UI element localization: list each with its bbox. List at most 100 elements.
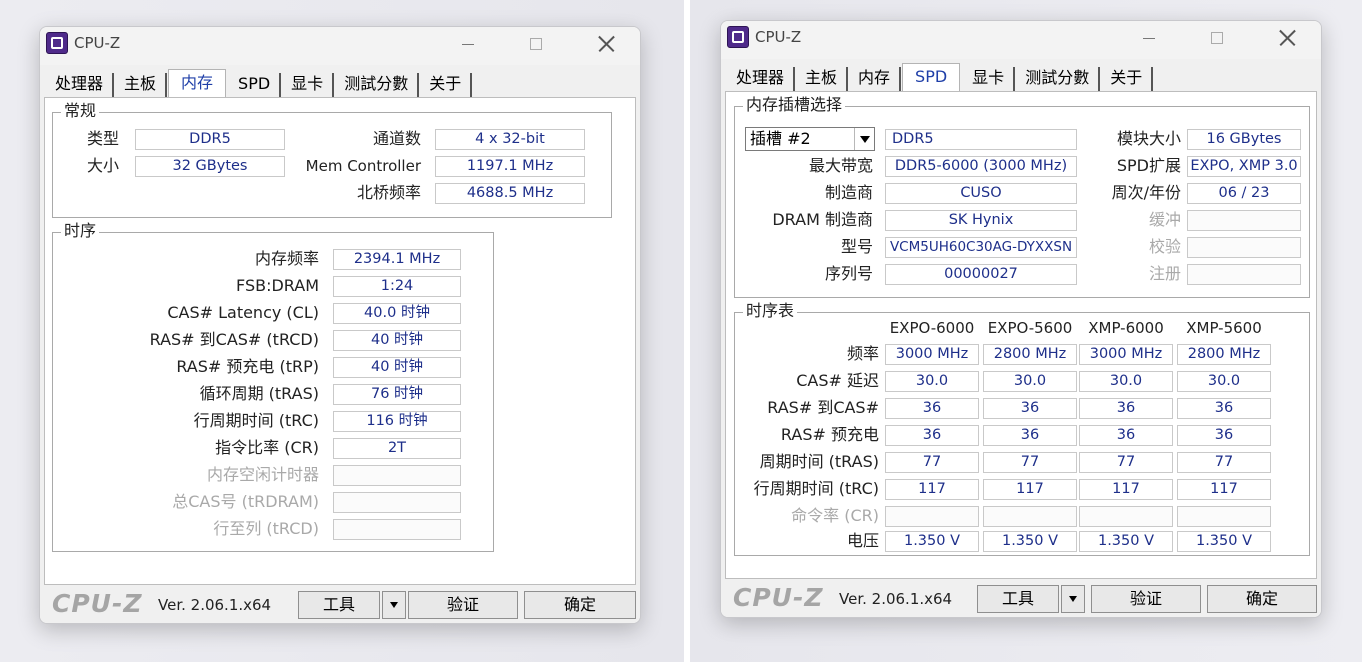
maximize-button[interactable]	[516, 31, 556, 57]
timing-value: 40 时钟	[333, 330, 461, 351]
tab-memory[interactable]: 内存	[168, 69, 227, 97]
maximize-button[interactable]	[1197, 25, 1237, 51]
title-bar[interactable]: CPU-Z	[40, 27, 640, 65]
tools-dropdown-button[interactable]	[1061, 585, 1085, 613]
timing-value: 40 时钟	[333, 357, 461, 378]
tab-memory[interactable]: 内存	[849, 67, 902, 91]
column-header: EXPO-5600	[987, 319, 1073, 337]
general-group: 常规 类型 DDR5 大小 32 GBytes 通道数 4 x 32-bit M…	[52, 102, 612, 218]
manufacturer-label: 制造商	[824, 183, 873, 202]
buffered-label: 缓冲	[1148, 210, 1181, 229]
spd-cell: 77	[983, 452, 1077, 473]
spd-cell: 36	[1079, 425, 1173, 446]
cpuz-app-icon	[727, 26, 749, 48]
spd-cell: 30.0	[1177, 371, 1271, 392]
size-value: 32 GBytes	[135, 156, 285, 177]
timing-value	[333, 492, 461, 513]
tab-spd[interactable]: SPD	[902, 63, 961, 91]
spd-ext-label: SPD扩展	[1116, 156, 1181, 175]
type-label: 类型	[86, 129, 119, 148]
timing-label: FSB:DRAM	[236, 276, 319, 295]
timing-value: 2394.1 MHz	[333, 249, 461, 270]
ok-button[interactable]: 确定	[524, 591, 636, 619]
timing-label: 总CAS号 (tRDRAM)	[172, 492, 319, 511]
slot-select-value: 插槽 #2	[750, 129, 811, 148]
type-value: DDR5	[135, 129, 285, 150]
timing-value: 116 时钟	[333, 411, 461, 432]
timing-value	[333, 519, 461, 540]
minimize-icon	[462, 43, 474, 45]
spd-row-label: 周期时间 (tRAS)	[759, 452, 879, 471]
tab-graphics[interactable]: 显卡	[963, 67, 1016, 91]
timing-label: 行至列 (tRCD)	[213, 519, 319, 538]
tab-mainboard[interactable]: 主板	[115, 73, 168, 97]
footer: CPU-Z Ver. 2.06.1.x64 工具 验证 确定	[40, 585, 640, 623]
part-number-value: VCM5UH60C30AG-DYXXSN	[885, 237, 1077, 258]
memory-panel: 常规 类型 DDR5 大小 32 GBytes 通道数 4 x 32-bit M…	[44, 97, 636, 585]
minimize-button[interactable]	[448, 31, 488, 57]
column-header: XMP-5600	[1186, 319, 1262, 337]
tab-spd[interactable]: SPD	[229, 73, 282, 97]
close-icon	[598, 36, 614, 52]
channels-value: 4 x 32-bit	[435, 129, 585, 150]
timing-label: RAS# 到CAS# (tRCD)	[149, 330, 319, 349]
channels-label: 通道数	[372, 129, 421, 148]
spd-cell	[885, 506, 979, 527]
spd-cell: 117	[885, 479, 979, 500]
spd-cell: 117	[983, 479, 1077, 500]
column-header: EXPO-6000	[889, 319, 975, 337]
column-header: XMP-6000	[1088, 319, 1164, 337]
tools-button[interactable]: 工具	[977, 585, 1059, 613]
max-bandwidth-value: DDR5-6000 (3000 MHz)	[885, 156, 1077, 177]
tools-dropdown-button[interactable]	[382, 591, 406, 619]
tab-mainboard[interactable]: 主板	[796, 67, 849, 91]
timing-table-group: 时序表 EXPO-6000 EXPO-5600 XMP-6000 XMP-560…	[734, 302, 1310, 556]
tab-about[interactable]: 关于	[1101, 67, 1154, 91]
close-button[interactable]	[1267, 25, 1307, 51]
tab-graphics[interactable]: 显卡	[282, 73, 335, 97]
spd-ext-value: EXPO, XMP 3.0	[1187, 156, 1301, 177]
buffered-value	[1187, 210, 1301, 231]
maximize-icon	[530, 38, 542, 50]
timing-value: 1:24	[333, 276, 461, 297]
tools-button[interactable]: 工具	[298, 591, 380, 619]
module-size-label: 模块大小	[1116, 129, 1181, 148]
cpuz-window-spd: CPU-Z 处理器 主板 内存 SPD 显卡 测試分數 关于 内存插槽选择 插槽…	[720, 20, 1322, 618]
slot-dropdown-arrow[interactable]	[854, 128, 874, 150]
tab-bench[interactable]: 测試分數	[1016, 67, 1101, 91]
close-button[interactable]	[586, 31, 626, 57]
timing-value: 76 时钟	[333, 384, 461, 405]
tab-cpu[interactable]: 处理器	[46, 73, 115, 97]
spd-cell: 77	[885, 452, 979, 473]
spd-cell: 2800 MHz	[983, 344, 1077, 365]
tab-about[interactable]: 关于	[420, 73, 473, 97]
mem-controller-label: Mem Controller	[305, 157, 421, 175]
validate-button[interactable]: 验证	[408, 591, 518, 619]
timing-label: 循环周期 (tRAS)	[199, 384, 319, 403]
spd-cell: 1.350 V	[1177, 531, 1271, 552]
part-number-label: 型号	[840, 237, 873, 256]
spd-cell: 3000 MHz	[885, 344, 979, 365]
minimize-icon	[1143, 37, 1155, 39]
timing-label: 内存频率	[254, 249, 319, 268]
tab-bench[interactable]: 测試分數	[335, 73, 420, 97]
timing-label: 行周期时间 (tRC)	[193, 411, 319, 430]
spd-cell: 36	[1177, 398, 1271, 419]
spd-cell: 3000 MHz	[1079, 344, 1173, 365]
cpuz-app-icon	[46, 32, 68, 54]
minimize-button[interactable]	[1129, 25, 1169, 51]
module-size-value: 16 GBytes	[1187, 129, 1301, 150]
max-bandwidth-label: 最大带宽	[808, 156, 873, 175]
validate-button[interactable]: 验证	[1091, 585, 1201, 613]
version-label: Ver. 2.06.1.x64	[158, 596, 272, 614]
timing-label: 指令比率 (CR)	[215, 438, 319, 457]
tab-cpu[interactable]: 处理器	[727, 67, 796, 91]
timing-label: 内存空闲计时器	[206, 465, 319, 484]
spd-cell	[1177, 506, 1271, 527]
footer: CPU-Z Ver. 2.06.1.x64 工具 验证 确定	[721, 579, 1321, 617]
ok-button[interactable]: 确定	[1207, 585, 1317, 613]
memory-type-value: DDR5	[885, 129, 1077, 150]
title-bar[interactable]: CPU-Z	[721, 21, 1321, 59]
slot-select[interactable]: 插槽 #2	[745, 127, 875, 151]
spd-cell: 77	[1079, 452, 1173, 473]
